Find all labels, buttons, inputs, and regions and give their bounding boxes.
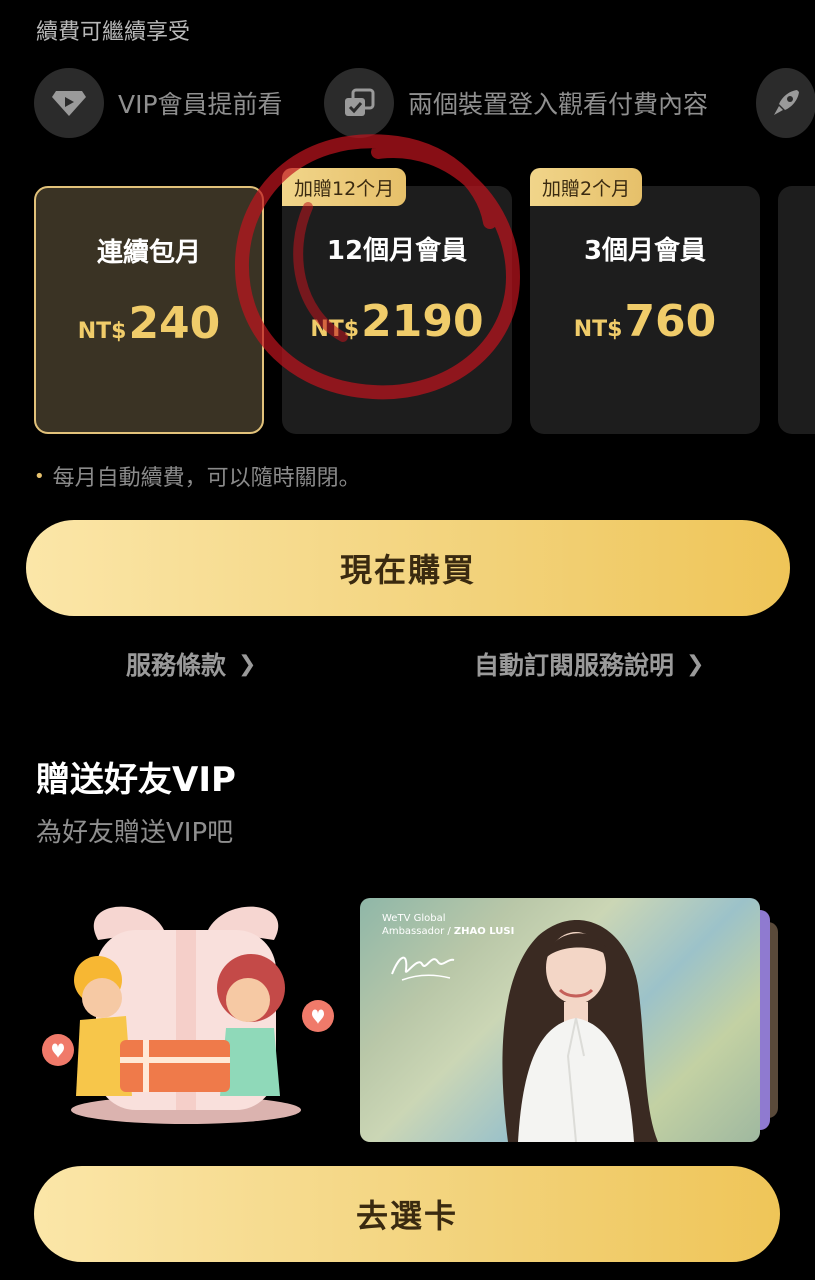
plan-price: NT$240	[36, 298, 262, 349]
plan-amount: 2190	[361, 296, 484, 347]
gift-vip-subtitle: 為好友贈送VIP吧	[36, 818, 234, 848]
benefit-label: VIP會員提前看	[118, 90, 283, 119]
vip-gift-card-carousel[interactable]: WeTV Global Ambassador / ZHAO LUSI	[360, 898, 780, 1144]
plan-name: 12個月會員	[326, 236, 468, 266]
benefit-item-two-devices[interactable]: 兩個裝置登入觀看付費內容	[324, 68, 708, 138]
gift-card-front[interactable]: WeTV Global Ambassador / ZHAO LUSI	[360, 898, 760, 1142]
benefit-item-early-access[interactable]: VIP會員提前看	[34, 68, 283, 138]
card-brand-line2: Ambassador /	[382, 926, 454, 937]
auto-renew-note: • 每月自動續費，可以隨時關閉。	[34, 460, 361, 492]
plan-card-monthly[interactable]: 連續包月 NT$240	[34, 186, 264, 434]
benefit-label: 兩個裝置登入觀看付費內容	[408, 90, 709, 119]
plan-price: NT$760	[530, 296, 760, 347]
gift-vip-title: 贈送好友VIP	[36, 760, 236, 800]
two-devices-icon	[324, 68, 394, 138]
benefits-row: VIP會員提前看 兩個裝置登入觀看付費內容	[34, 68, 815, 140]
gift-illustration	[42, 906, 334, 1124]
plan-bonus-badge: 加贈2个月	[530, 168, 643, 206]
plan-amount: 240	[128, 298, 221, 349]
play-badge-icon	[34, 68, 104, 138]
choose-card-button[interactable]: 去選卡	[34, 1166, 780, 1262]
plan-name: 連續包月	[96, 238, 201, 268]
auto-subscription-info-link[interactable]: 自動訂閱服務說明 ❯	[474, 646, 704, 682]
auto-subscription-info-label: 自動訂閱服務說明	[474, 651, 675, 680]
plan-name: 3個月會員	[583, 236, 707, 266]
renew-caption: 續費可繼續享受	[36, 20, 191, 45]
ambassador-portrait	[502, 920, 658, 1142]
plan-bonus-badge: 加贈12个月	[282, 168, 407, 206]
plan-card-3-months[interactable]: 加贈2个月 3個月會員 NT$760	[530, 168, 760, 434]
plan-amount: 760	[624, 296, 717, 347]
plan-list: 連續包月 NT$240 加贈12个月 12個月會員 NT$2190 加贈2个月 …	[34, 168, 815, 440]
chevron-right-icon: ❯	[686, 651, 705, 677]
terms-of-service-label: 服務條款	[126, 651, 227, 680]
plan-card-12-months[interactable]: 加贈12个月 12個月會員 NT$2190	[282, 168, 512, 434]
buy-now-button[interactable]: 現在購買	[26, 520, 790, 616]
plan-currency: NT$	[77, 319, 127, 344]
policy-links: 服務條款 ❯ 自動訂閱服務說明 ❯	[0, 646, 815, 686]
plan-card-next-partial[interactable]	[778, 186, 815, 434]
plan-price: NT$2190	[282, 296, 512, 347]
signature-graphic	[391, 956, 455, 981]
plan-currency: NT$	[573, 317, 623, 342]
benefit-item-speed[interactable]	[756, 68, 815, 138]
chevron-right-icon: ❯	[238, 651, 257, 677]
terms-of-service-link[interactable]: 服務條款 ❯	[126, 646, 256, 682]
plan-currency: NT$	[310, 317, 360, 342]
bullet-dot-icon: •	[34, 465, 45, 487]
rocket-icon	[756, 68, 815, 138]
auto-renew-note-text: 每月自動續費，可以隨時關閉。	[52, 466, 361, 491]
